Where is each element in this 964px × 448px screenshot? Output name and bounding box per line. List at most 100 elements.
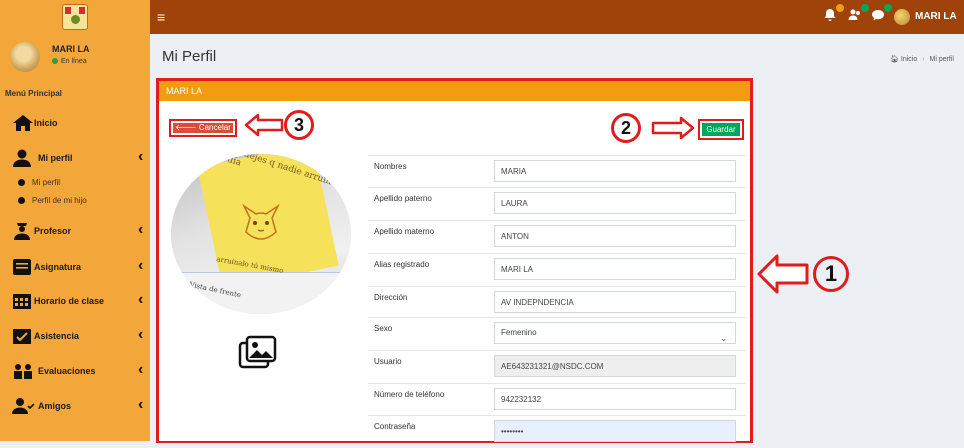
form-row-apellido-paterno: Apellido paterno (368, 187, 746, 220)
apellido-materno-field[interactable] (494, 225, 736, 247)
sidebar-item-evaluaciones[interactable]: Evaluaciones ‹ (0, 357, 150, 385)
sidebar-subitem-label: Mi perfil (32, 178, 61, 187)
annotation-number-1: 1 (813, 256, 849, 292)
sidebar-item-label: Evaluaciones (38, 366, 96, 376)
online-status: En línea (52, 58, 87, 65)
alias-field[interactable] (494, 258, 736, 280)
annotation-arrow-2 (651, 116, 695, 140)
annotation-number-3: 3 (284, 110, 314, 140)
form-row-usuario: Usuario (368, 350, 746, 383)
sidebar-item-horario-de-clase[interactable]: Horario de clase ‹ (0, 287, 150, 315)
top-navbar: ≡ MARI LA (0, 0, 964, 34)
save-button[interactable]: Guardar (702, 123, 740, 136)
user-icon (12, 149, 32, 167)
sidebar: MARI LA En línea Menú Principal Inicio M… (0, 34, 150, 441)
field-label: Nombres (374, 162, 407, 171)
password-field[interactable] (494, 420, 736, 442)
sidebar-item-amigos[interactable]: Amigos ‹ (0, 392, 150, 420)
breadcrumb-home-link[interactable]: Inicio (901, 56, 917, 63)
sidebar-item-asignatura[interactable]: Asignatura ‹ (0, 253, 150, 281)
panel-header: MARI LA (159, 81, 750, 101)
annotation-outline-save: Guardar (698, 119, 744, 140)
page-title: Mi Perfil (162, 48, 217, 65)
sexo-select-value: Femenino (501, 328, 537, 337)
chevron-left-icon: ‹ (138, 221, 144, 238)
sidebar-item-profesor[interactable]: Profesor ‹ (0, 217, 150, 245)
teacher-icon (12, 222, 32, 240)
users-icon[interactable] (845, 4, 869, 27)
field-label: Contraseña (374, 422, 416, 431)
online-dot-icon (52, 58, 58, 65)
home-icon (12, 114, 33, 132)
panel-title: MARI LA (166, 86, 203, 96)
nombres-field[interactable] (494, 160, 736, 182)
sidebar-item-label: Amigos (38, 401, 72, 411)
form-row-telefono: Número de teléfono (368, 383, 746, 416)
direccion-field[interactable] (494, 291, 736, 313)
annotation-number-2: 2 (611, 113, 641, 143)
breadcrumb: 🏠︎ Inicio › Mi perfil (890, 55, 954, 63)
sidebar-item-label: Profesor (34, 226, 72, 236)
form-row-alias: Alias registrado (368, 253, 746, 286)
status-text: En línea (61, 58, 87, 65)
field-label: Sexo (374, 324, 393, 333)
chevron-left-icon: ‹ (138, 326, 144, 343)
chevron-left-icon: ‹ (138, 396, 144, 413)
circle-icon (18, 179, 25, 186)
calendar-icon (12, 292, 32, 310)
field-label: Apellido paterno (374, 194, 432, 203)
user-check-icon (12, 397, 35, 415)
sidebar-item-label: Inicio (34, 118, 58, 128)
change-photo-icon[interactable] (238, 335, 278, 371)
sidebar-item-label: Mi perfil (38, 153, 73, 163)
telefono-field[interactable] (494, 388, 736, 410)
cancel-button-label: Cancelar (198, 123, 231, 132)
sidebar-item-label: Asignatura (34, 262, 82, 272)
circle-icon (18, 197, 25, 204)
menu-toggle-icon[interactable]: ≡ (157, 10, 171, 24)
top-user-name[interactable]: MARI LA (915, 11, 957, 22)
apellido-paterno-field[interactable] (494, 192, 736, 214)
sidebar-user-name: MARI LA (52, 44, 90, 54)
sidebar-item-asistencia[interactable]: Asistencia ‹ (0, 322, 150, 350)
sidebar-subitem-label: Perfil de mi hijo (32, 196, 87, 205)
sidebar-item-inicio[interactable]: Inicio (0, 109, 150, 137)
avatar (10, 42, 40, 72)
bell-icon[interactable] (820, 4, 844, 27)
sidebar-user-panel: MARI LA En línea (0, 34, 150, 84)
sidebar-item-mi-perfil[interactable]: Mi perfil ‹ (0, 144, 150, 172)
field-label: Dirección (374, 293, 408, 302)
chevron-left-icon: ‹ (138, 361, 144, 378)
form-row-nombres: Nombres (368, 155, 746, 188)
profile-photo: no dejes q nadie arruine tu día arruínal… (171, 154, 351, 314)
form-row-direccion: Dirección (368, 286, 746, 319)
logo-area[interactable] (0, 0, 150, 34)
menu-header: Menú Principal (5, 89, 62, 98)
chevron-down-icon: ⌄ (720, 334, 727, 343)
sexo-select[interactable]: Femenino ⌄ (494, 322, 736, 344)
annotation-outline-cancel: 🡐 Cancelar (169, 119, 237, 137)
cancel-button[interactable]: 🡐 Cancelar (173, 123, 233, 133)
sidebar-subitem-mi-perfil[interactable]: Mi perfil (0, 175, 150, 191)
notebook-paper (181, 272, 351, 314)
arrow-left-icon: 🡐 (175, 123, 199, 132)
chat-badge (884, 4, 892, 12)
field-label: Número de teléfono (374, 390, 445, 399)
sidebar-item-label: Horario de clase (34, 296, 105, 306)
breadcrumb-current: Mi perfil (929, 56, 954, 63)
user-avatar[interactable] (894, 9, 910, 25)
field-label: Apellido materno (374, 227, 435, 236)
book-icon (12, 258, 32, 276)
annotation-arrow-3 (244, 113, 284, 137)
cat-drawing (242, 203, 280, 240)
chevron-left-icon: ‹ (138, 148, 144, 165)
chat-icon[interactable] (868, 4, 892, 27)
sidebar-subitem-perfil-de-mi-hijo[interactable]: Perfil de mi hijo (0, 193, 150, 209)
home-icon: 🏠︎ (890, 56, 899, 63)
usuario-field[interactable] (494, 355, 736, 377)
field-label: Usuario (374, 357, 402, 366)
form-row-contrasena: Contraseña (368, 415, 746, 448)
sidebar-item-label: Asistencia (34, 331, 80, 341)
field-label: Alias registrado (374, 260, 430, 269)
form-row-apellido-materno: Apellido materno (368, 220, 746, 253)
